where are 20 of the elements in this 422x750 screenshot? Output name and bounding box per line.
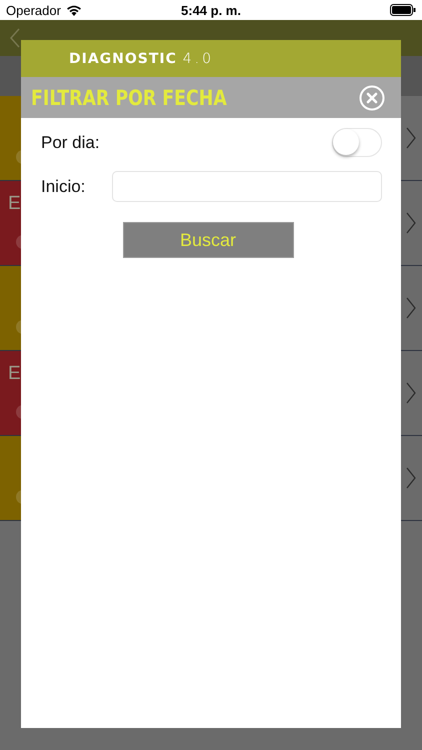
toggle-switch[interactable]	[332, 128, 382, 157]
chevron-icon	[406, 382, 416, 404]
battery-icon	[390, 4, 416, 16]
search-button[interactable]: Buscar	[122, 222, 294, 258]
date-field[interactable]	[112, 171, 382, 202]
wifi-icon	[66, 4, 82, 16]
close-icon[interactable]	[359, 84, 385, 110]
chevron-icon	[406, 297, 416, 319]
back-icon[interactable]	[10, 28, 20, 48]
field-label: Por dia:	[41, 132, 101, 152]
chevron-icon	[406, 212, 416, 234]
row-title: E	[8, 193, 22, 215]
chevron-icon	[406, 467, 416, 489]
carrier-name: Operador	[6, 2, 61, 18]
clock-time: 5:44 p. m.	[181, 2, 241, 18]
field-label: Inicio:	[41, 176, 86, 196]
app-logo: DIAGNOSTIC 4.0	[69, 50, 214, 66]
dialog-title: FILTRAR POR FECHA	[31, 86, 227, 110]
row-title: E	[8, 363, 22, 385]
chevron-icon	[406, 127, 416, 149]
